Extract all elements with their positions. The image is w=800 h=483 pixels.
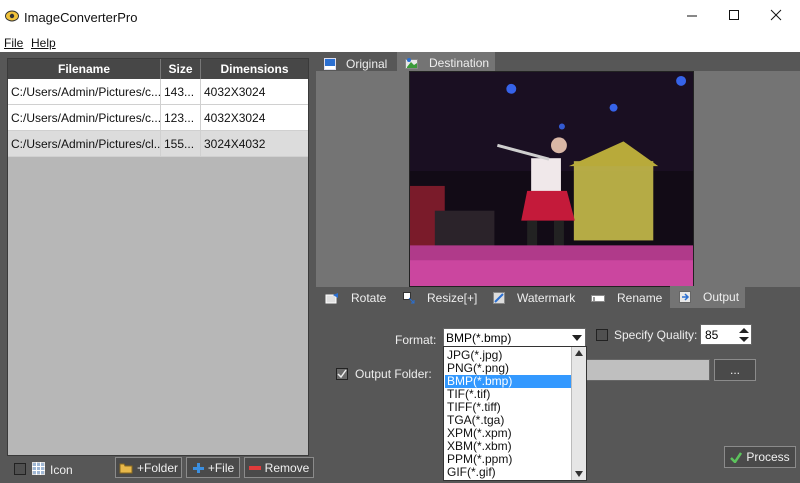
watermark-icon bbox=[493, 292, 505, 304]
format-option-gif[interactable]: GIF(*.gif) bbox=[445, 466, 571, 479]
window-title: ImageConverterPro bbox=[24, 10, 138, 25]
tab-output[interactable]: Output bbox=[670, 286, 745, 308]
icon-view-checkbox[interactable] bbox=[14, 463, 26, 475]
file-table[interactable]: Filename Size Dimensions C:/Users/Admin/… bbox=[7, 58, 309, 456]
add-file-button[interactable]: +File bbox=[186, 457, 240, 478]
main-client-area: Filename Size Dimensions C:/Users/Admin/… bbox=[0, 52, 800, 483]
tab-resize-label: Resize[+] bbox=[427, 291, 478, 305]
scroll-up-arrow-icon[interactable] bbox=[575, 350, 583, 356]
add-file-label: +File bbox=[207, 460, 235, 475]
cell-size: 143... bbox=[161, 79, 201, 105]
remove-label: Remove bbox=[264, 460, 310, 475]
output-folder-input[interactable] bbox=[586, 359, 710, 381]
remove-button[interactable]: Remove bbox=[244, 457, 314, 478]
close-button[interactable] bbox=[758, 0, 794, 30]
close-icon bbox=[770, 9, 782, 21]
grid-view-icon bbox=[32, 462, 45, 475]
tab-rename-label: Rename bbox=[617, 291, 663, 305]
tab-output-label: Output bbox=[703, 290, 740, 304]
check-icon bbox=[730, 451, 743, 463]
specify-quality-label: Specify Quality: bbox=[614, 328, 698, 342]
add-folder-button[interactable]: +Folder bbox=[115, 457, 182, 478]
menu-bar: File Help bbox=[0, 34, 800, 52]
minimize-button[interactable] bbox=[674, 0, 710, 30]
format-label: Format: bbox=[395, 333, 437, 347]
cell-dimensions: 3024X4032 bbox=[204, 137, 266, 151]
cell-dimensions: 4032X3024 bbox=[204, 85, 266, 99]
output-folder-checkbox[interactable] bbox=[336, 368, 348, 380]
cell-dimensions: 4032X3024 bbox=[204, 111, 266, 125]
column-header-dimensions[interactable]: Dimensions bbox=[201, 59, 308, 79]
column-header-size[interactable]: Size bbox=[161, 59, 201, 79]
table-header: Filename Size Dimensions bbox=[8, 59, 308, 79]
minimize-icon bbox=[687, 15, 697, 17]
browse-folder-button[interactable]: ... bbox=[714, 359, 756, 381]
add-folder-label: +Folder bbox=[136, 460, 179, 475]
spinner-arrows-icon bbox=[739, 328, 749, 342]
format-selected-value: BMP(*.bmp) bbox=[446, 331, 512, 345]
original-image-icon bbox=[324, 58, 336, 70]
cell-filename: C:/Users/Admin/Pictures/c... bbox=[8, 105, 161, 131]
table-row[interactable]: C:/Users/Admin/Pictures/c... 123... 4032… bbox=[8, 105, 308, 131]
tab-rename[interactable]: Rename bbox=[591, 288, 662, 308]
resize-icon bbox=[403, 292, 415, 304]
minus-icon bbox=[248, 465, 261, 470]
preview-image bbox=[409, 71, 694, 287]
title-bar: ImageConverterPro bbox=[0, 0, 800, 34]
cell-filename: C:/Users/Admin/Pictures/cl... bbox=[8, 131, 161, 157]
tab-rotate[interactable]: Rotate bbox=[325, 288, 386, 308]
quality-value: 85 bbox=[705, 328, 719, 342]
cell-size: 123... bbox=[161, 105, 201, 131]
tab-destination-label: Destination bbox=[429, 55, 490, 70]
file-actions-bar: Icon +Folder +File Remove bbox=[0, 456, 315, 483]
rotate-icon bbox=[325, 293, 338, 304]
column-header-filename[interactable]: Filename bbox=[8, 59, 161, 79]
table-row[interactable]: C:/Users/Admin/Pictures/cl... 155... 302… bbox=[8, 131, 308, 157]
output-folder-label: Output Folder: bbox=[355, 367, 432, 381]
rename-icon bbox=[591, 295, 605, 302]
checkmark-icon bbox=[337, 369, 347, 379]
output-icon bbox=[679, 291, 691, 303]
destination-image-icon bbox=[405, 57, 418, 69]
tab-watermark-label: Watermark bbox=[517, 291, 576, 305]
plus-icon bbox=[192, 462, 204, 473]
menu-file[interactable]: File bbox=[4, 36, 23, 50]
preview-area bbox=[316, 71, 800, 287]
app-logo-icon bbox=[5, 10, 19, 22]
format-select[interactable]: BMP(*.bmp) bbox=[443, 328, 586, 347]
maximize-icon bbox=[729, 10, 739, 20]
tab-rotate-label: Rotate bbox=[351, 291, 387, 305]
browse-folder-label: ... bbox=[729, 363, 740, 377]
tab-resize[interactable]: Resize[+] bbox=[403, 288, 477, 308]
specify-quality-checkbox[interactable] bbox=[596, 329, 608, 341]
tab-watermark[interactable]: Watermark bbox=[493, 288, 575, 308]
table-row[interactable]: C:/Users/Admin/Pictures/c... 143... 4032… bbox=[8, 79, 308, 105]
quality-spinbox[interactable]: 85 bbox=[700, 324, 752, 345]
cell-filename: C:/Users/Admin/Pictures/c... bbox=[8, 79, 161, 105]
process-label: Process bbox=[746, 450, 790, 464]
scroll-down-arrow-icon[interactable] bbox=[575, 471, 583, 477]
cell-size: 155... bbox=[161, 131, 201, 157]
tab-destination[interactable]: Destination bbox=[397, 52, 495, 73]
chevron-down-icon bbox=[572, 335, 582, 341]
format-dropdown-list[interactable]: JPG(*.jpg) PNG(*.png) BMP(*.bmp) TIF(*.t… bbox=[443, 346, 587, 481]
dropdown-scrollbar[interactable] bbox=[571, 347, 586, 480]
icon-view-label: Icon bbox=[50, 463, 73, 477]
folder-icon bbox=[119, 463, 133, 474]
tab-original-label: Original bbox=[346, 57, 388, 71]
process-button[interactable]: Process bbox=[724, 446, 796, 468]
maximize-button[interactable] bbox=[716, 0, 752, 30]
menu-help[interactable]: Help bbox=[31, 36, 56, 50]
